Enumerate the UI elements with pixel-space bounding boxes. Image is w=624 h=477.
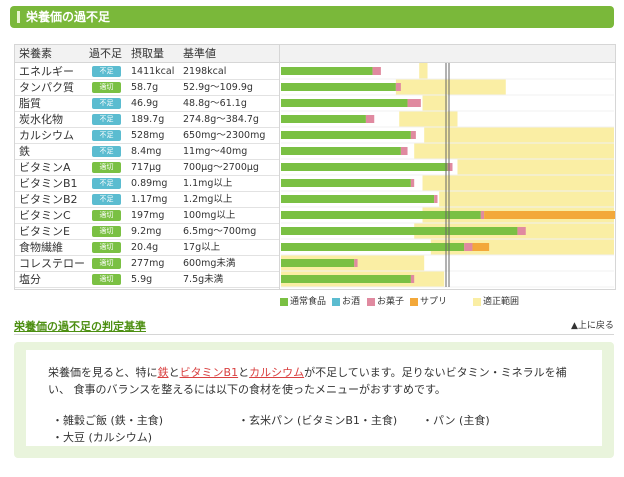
bar-sweets [365,115,375,123]
nutrient-link-calcium[interactable]: カルシウム [249,366,304,379]
bar-sweets [517,227,526,235]
legend-label-food: 通常食品 [290,297,327,307]
legend-alcohol: お酒 [332,296,360,308]
section-divider [14,334,614,335]
bar-food [281,227,518,235]
range-band [419,63,428,79]
legend-label-sweets: お菓子 [377,297,405,307]
food-item: ・パン (主食) [422,414,490,427]
section-title: 栄養価の過不足 [26,10,111,24]
back-to-top-link[interactable]: ▲上に戻る [571,320,614,332]
bar-sweets [480,211,485,219]
header-accent-bar [17,11,20,23]
range-band [457,159,614,175]
bar-food [281,211,481,219]
range-band [395,79,506,95]
legend-food: 通常食品 [280,296,326,308]
legend-label-supplement: サプリ [420,297,448,307]
bar-food [281,115,366,123]
advice-part: と [238,366,250,379]
advice-box: 栄養価を見ると、特に鉄とビタミンB1とカルシウムが不足しています。足りないビタミ… [14,342,614,458]
advice-inner: 栄養価を見ると、特に鉄とビタミンB1とカルシウムが不足しています。足りないビタミ… [26,350,602,446]
advice-part: と [168,366,180,379]
bar-food [281,259,355,267]
legend-sweets: お菓子 [367,296,404,308]
bar-sweets [372,67,381,75]
range-band [439,191,614,207]
bar-sweets [400,147,408,155]
food-item: ・玄米パン (ビタミンB1・主食) [238,414,398,427]
bar-sweets [464,243,473,251]
bar-sweets [447,163,453,171]
legend-label-alcohol: お酒 [342,297,361,307]
legend-swatch-range [473,297,481,306]
bar-food [281,275,411,283]
back-to-top-label: 上に戻る [577,321,614,331]
bar-food [281,243,465,251]
bar-sweets [410,275,415,283]
legend-swatch-sweets [367,297,375,306]
nutrient-link-vitamin-b1[interactable]: ビタミンB1 [180,366,239,379]
bar-sweets [354,259,358,267]
arrow-up-icon: ▲ [571,321,578,331]
legend-label-range: 適正範囲 [483,297,520,307]
legend-swatch-alcohol [332,297,340,306]
bar-food [281,67,373,75]
food-item: ・雑穀ご飯 (鉄・主食) [52,414,164,427]
range-band [414,143,614,159]
bar-food [281,131,411,139]
range-band [422,95,448,111]
bar-food [281,195,435,203]
bar-food [281,179,411,187]
legend-swatch-food [280,297,288,306]
nutrition-bar-chart [281,63,615,288]
legend-supplement: サプリ [410,296,447,308]
range-band [422,175,614,191]
advice-text: 栄養価を見ると、特に鉄とビタミンB1とカルシウムが不足しています。足りないビタミ… [48,364,588,398]
legend-range: 適正範囲 [473,296,519,308]
chart-separator [279,45,280,289]
legend-swatch-supplement [410,297,418,306]
bar-food [281,163,448,171]
section-header: 栄養価の過不足 [10,6,614,28]
range-band [424,127,614,143]
food-item: ・大豆 (カルシウム) [52,431,153,444]
nutrient-link-iron[interactable]: 鉄 [158,366,169,379]
bar-supplement [472,243,490,251]
bar-supplement [484,211,615,219]
nutrition-panel: 栄養素 過不足 摂取量 基準値 エネルギー 不足 1411kcal 2198kcal タ… [14,44,616,290]
bar-sweets [434,195,438,203]
bar-food [281,147,401,155]
advice-part: 栄養価を見ると、特に [48,366,158,379]
bar-food [281,83,396,91]
bar-sweets [407,99,421,107]
criteria-link[interactable]: 栄養価の過不足の判定基準 [14,320,146,334]
bar-food [281,99,408,107]
bar-sweets [410,179,415,187]
bar-sweets [410,131,416,139]
bar-sweets [395,83,401,91]
